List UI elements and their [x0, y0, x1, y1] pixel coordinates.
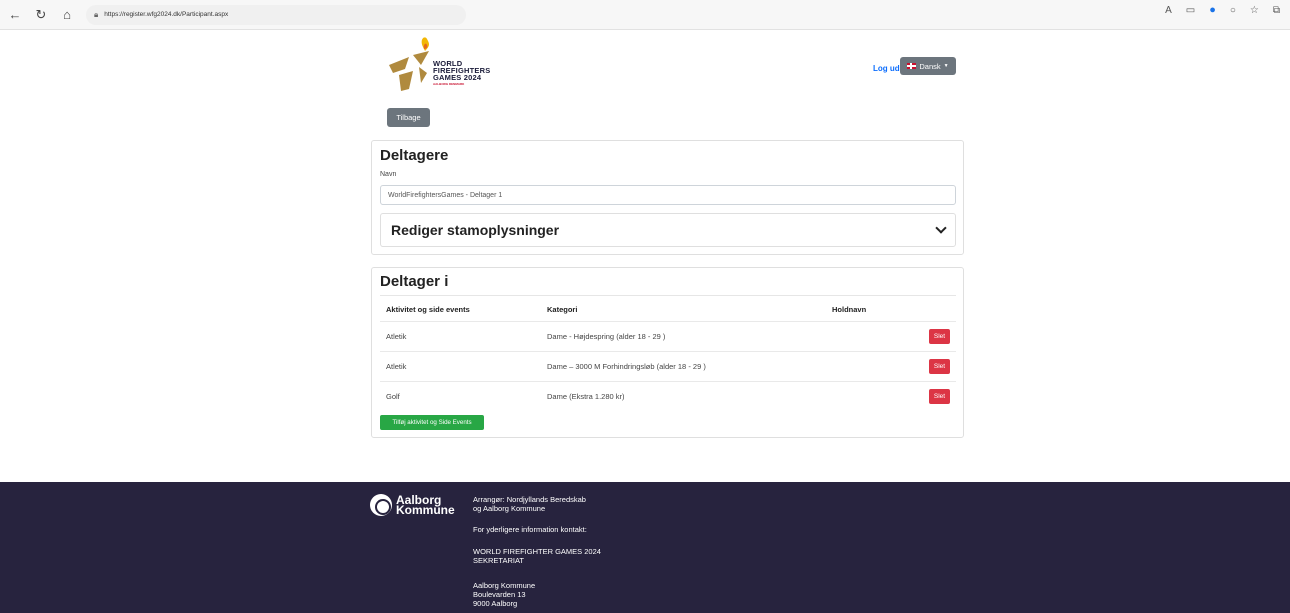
language-label: Dansk: [919, 61, 941, 71]
address-bar[interactable]: 🔒︎ https://register.wfg2024.dk/Participa…: [86, 4, 466, 25]
back-button[interactable]: Tilbage: [387, 108, 430, 127]
table-row: Atletik Dame – 3000 M Forhindringsløb (a…: [380, 351, 956, 381]
category-cell: Dame - Højdespring (alder 18 - 29 ): [547, 332, 666, 341]
browser-actions: A ▭ ● ○ ☆ ⧉: [1165, 4, 1280, 16]
delete-button[interactable]: Slet: [929, 389, 950, 404]
divider: [380, 295, 956, 296]
tab-icon[interactable]: ▭: [1186, 5, 1195, 16]
address-text: Aalborg Kommune Boulevarden 13 9000 Aalb…: [473, 581, 535, 608]
activity-cell: Atletik: [386, 332, 407, 341]
column-header-category: Kategori: [547, 305, 578, 314]
category-cell: Dame – 3000 M Forhindringsløb (alder 18 …: [547, 362, 706, 371]
delete-button[interactable]: Slet: [929, 329, 950, 344]
participants-title: Deltagere: [380, 147, 449, 164]
delete-button[interactable]: Slet: [929, 359, 950, 374]
name-field[interactable]: WorldFirefightersGames - Deltager 1: [380, 185, 956, 205]
name-label: Navn: [380, 171, 397, 178]
logo-subtitle: AALBORG DENMARK: [433, 82, 465, 86]
activity-cell: Golf: [386, 392, 400, 401]
favorites-icon[interactable]: ☆: [1250, 5, 1259, 16]
participates-in-title: Deltager i: [380, 273, 449, 290]
category-cell: Dame (Ekstra 1.280 kr): [547, 392, 625, 401]
address-line-2: Boulevarden 13: [473, 590, 526, 599]
table-row: Atletik Dame - Højdespring (alder 18 - 2…: [380, 321, 956, 351]
secretariat-line-2: SEKRETARIAT: [473, 556, 524, 565]
footer: [0, 482, 1290, 613]
table-row: Golf Dame (Ekstra 1.280 kr) Slet: [380, 381, 956, 411]
extension-icon[interactable]: ●: [1209, 4, 1216, 16]
column-header-team: Holdnavn: [832, 305, 867, 314]
contact-intro: For yderligere information kontakt:: [473, 525, 587, 534]
secretariat-line-1: WORLD FIREFIGHTER GAMES 2024: [473, 547, 601, 556]
organizer-line-2: og Aalborg Kommune: [473, 504, 546, 513]
accordion-title: Rediger stamoplysninger: [391, 222, 560, 238]
refresh-icon[interactable]: ↻: [30, 4, 52, 26]
read-aloud-icon[interactable]: A: [1165, 5, 1172, 16]
aalborg-wordmark-line-2: Kommune: [396, 503, 455, 517]
aalborg-kommune-logo: Aalborg Kommune: [370, 494, 455, 516]
activity-cell: Atletik: [386, 362, 407, 371]
logout-link[interactable]: Log ud: [873, 64, 900, 73]
danish-flag-icon: [907, 63, 917, 69]
address-line-1: Aalborg Kommune: [473, 581, 536, 590]
language-dropdown[interactable]: Dansk ▼: [900, 57, 956, 75]
participants-card: Deltagere Navn WorldFirefightersGames - …: [371, 140, 964, 255]
address-line-3: 9000 Aalborg: [473, 599, 518, 608]
home-icon[interactable]: ⌂: [56, 4, 78, 26]
organizer-line-1: Arrangør: Nordjyllands Beredskab: [473, 495, 586, 504]
collections-icon[interactable]: ⧉: [1273, 5, 1280, 16]
lock-icon: 🔒︎: [94, 9, 99, 19]
caret-down-icon: ▼: [943, 63, 949, 69]
chevron-down-icon[interactable]: [935, 222, 947, 234]
browser-toolbar: ← ↻ ⌂ 🔒︎ https://register.wfg2024.dk/Par…: [0, 0, 1290, 30]
city-seal-icon: [370, 494, 392, 516]
logo-line-3: GAMES 2024: [433, 73, 482, 82]
add-activity-button[interactable]: Tilføj aktivitet og Side Events: [380, 415, 484, 430]
participates-in-card: Deltager i Aktivitet og side events Kate…: [371, 267, 964, 438]
column-header-activity: Aktivitet og side events: [386, 305, 470, 314]
url-text: https://register.wfg2024.dk/Participant.…: [104, 11, 229, 18]
organizer-text: Arrangør: Nordjyllands Beredskab og Aalb…: [473, 495, 586, 513]
back-arrow-icon[interactable]: ←: [4, 4, 26, 26]
edit-master-data-accordion[interactable]: Rediger stamoplysninger: [380, 213, 956, 247]
aalborg-wordmark: Aalborg Kommune: [396, 494, 455, 517]
logo-wordmark: WORLD FIREFIGHTERS GAMES 2024: [433, 60, 490, 82]
secretariat-text: WORLD FIREFIGHTER GAMES 2024 SEKRETARIAT: [473, 547, 601, 565]
circle-icon[interactable]: ○: [1230, 5, 1236, 16]
